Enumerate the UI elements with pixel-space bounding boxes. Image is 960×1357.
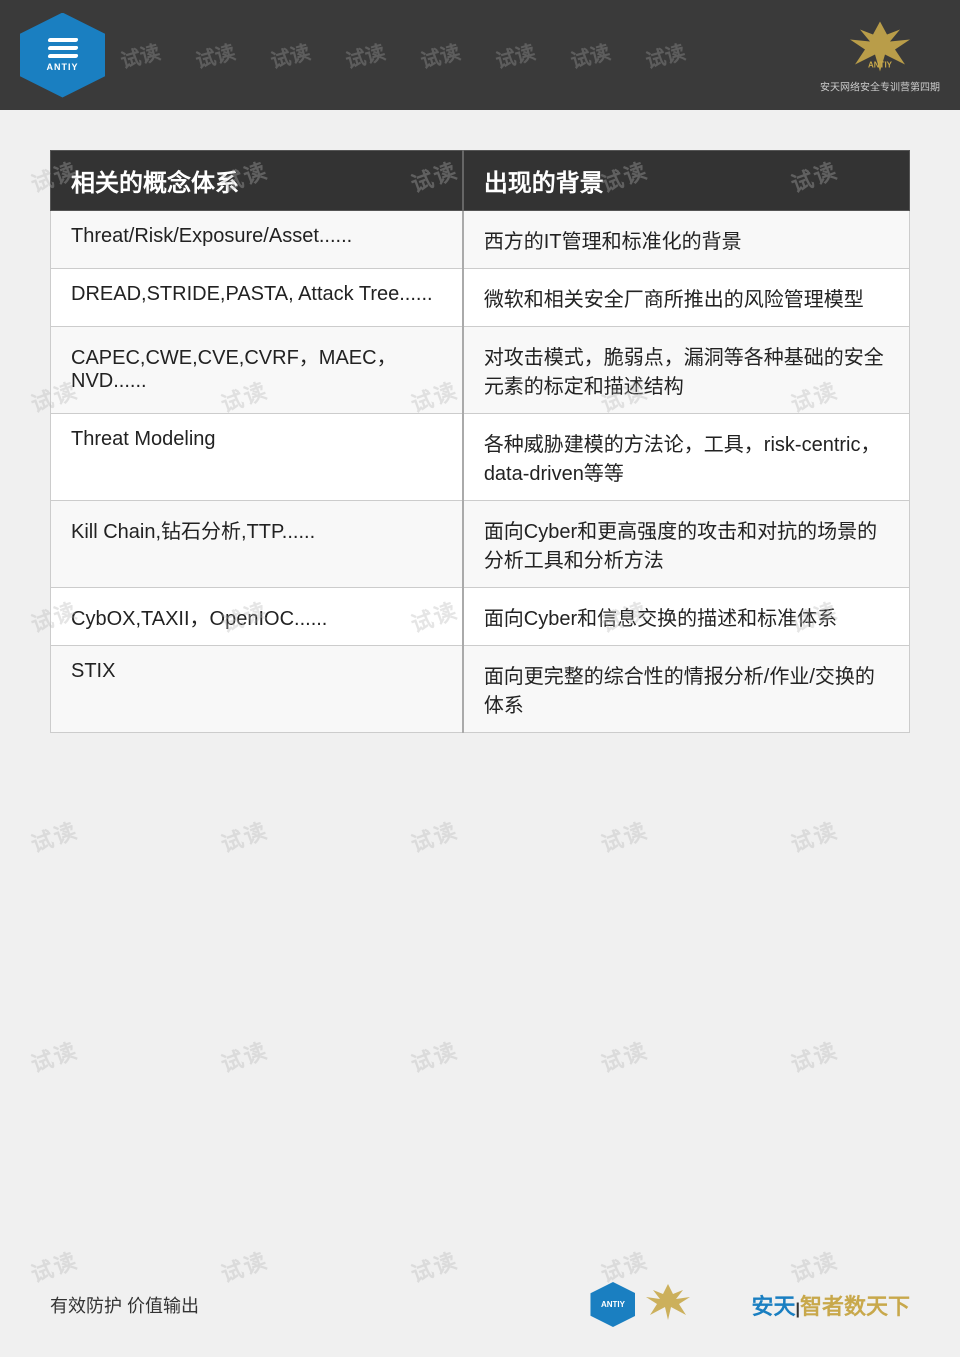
logo: ANTIY [20, 13, 105, 98]
footer-hex-text: ANTIY [601, 1300, 625, 1309]
table-cell-col1-0: Threat/Risk/Exposure/Asset...... [51, 211, 463, 269]
wm-23: 试读 [406, 1033, 462, 1079]
col2-header: 出现的背景 [463, 151, 910, 211]
wm-21: 试读 [26, 1033, 82, 1079]
header-wm-3: 试读 [267, 41, 313, 70]
wm-16: 试读 [26, 813, 82, 859]
logo-line-2 [47, 46, 78, 50]
table-cell-col2-4: 面向Cyber和更高强度的攻击和对抗的场景的分析工具和分析方法 [463, 501, 910, 588]
footer: 有效防护 价值输出 ANTIY 安天|智者数天下 [50, 1282, 910, 1327]
brand-logo: ANTIY [840, 17, 920, 77]
logo-line-1 [47, 38, 78, 42]
header-brand: ANTIY 安天网络安全专训营第四期 [820, 17, 940, 94]
table-cell-col1-6: STIX [51, 646, 463, 733]
table-cell-col2-0: 西方的IT管理和标准化的背景 [463, 211, 910, 269]
header-wm-1: 试读 [120, 41, 163, 70]
concept-table: 相关的概念体系 出现的背景 Threat/Risk/Exposure/Asset… [50, 150, 910, 733]
footer-logo-area: ANTIY 安天|智者数天下 [590, 1282, 910, 1327]
antiy-bird-icon: ANTIY [845, 19, 915, 74]
header-wm-4: 试读 [342, 41, 388, 70]
table-cell-col1-1: DREAD,STRIDE,PASTA, Attack Tree...... [51, 269, 463, 327]
table-cell-col2-6: 面向更完整的综合性的情报分析/作业/交换的体系 [463, 646, 910, 733]
table-row: CAPEC,CWE,CVE,CVRF，MAEC，NVD......对攻击模式，脆… [51, 327, 910, 414]
table-row: DREAD,STRIDE,PASTA, Attack Tree......微软和… [51, 269, 910, 327]
wm-18: 试读 [406, 813, 462, 859]
table-row: Threat Modeling各种威胁建模的方法论，工具，risk-centri… [51, 414, 910, 501]
header-wm-7: 试读 [567, 41, 613, 70]
header-wm-6: 试读 [492, 41, 538, 70]
table-row: STIX面向更完整的综合性的情报分析/作业/交换的体系 [51, 646, 910, 733]
wm-22: 试读 [216, 1033, 272, 1079]
table-cell-col2-1: 微软和相关安全厂商所推出的风险管理模型 [463, 269, 910, 327]
svg-text:ANTIY: ANTIY [868, 60, 893, 69]
header-wm-8: 试读 [642, 41, 688, 70]
table-cell-col2-2: 对攻击模式，脆弱点，漏洞等各种基础的安全元素的标定和描述结构 [463, 327, 910, 414]
table-cell-col1-4: Kill Chain,钻石分析,TTP...... [51, 501, 463, 588]
footer-hex-logo: ANTIY [590, 1282, 635, 1327]
table-cell-col1-2: CAPEC,CWE,CVE,CVRF，MAEC，NVD...... [51, 327, 463, 414]
header-wm-5: 试读 [417, 41, 463, 70]
header-wm-2: 试读 [192, 41, 238, 70]
table-row: CybOX,TAXII，OpenIOC......面向Cyber和信息交换的描述… [51, 588, 910, 646]
wm-20: 试读 [786, 813, 842, 859]
footer-brand-text: 安天|智者数天下 [751, 1289, 910, 1321]
wm-25: 试读 [786, 1033, 842, 1079]
footer-brand-container [643, 1282, 743, 1327]
logo-line-3 [47, 54, 78, 58]
main-content: 相关的概念体系 出现的背景 Threat/Risk/Exposure/Asset… [0, 110, 960, 763]
logo-text: ANTIY [47, 62, 79, 72]
table-row: Threat/Risk/Exposure/Asset......西方的IT管理和… [51, 211, 910, 269]
table-cell-col2-5: 面向Cyber和信息交换的描述和标准体系 [463, 588, 910, 646]
brand-sub-text: 安天网络安全专训营第四期 [820, 79, 940, 94]
footer-bird-icon [643, 1282, 743, 1322]
footer-slogan: 有效防护 价值输出 [50, 1292, 199, 1318]
table-cell-col2-3: 各种威胁建模的方法论，工具，risk-centric，data-driven等等 [463, 414, 910, 501]
header-watermark-area: 试读 试读 试读 试读 试读 试读 试读 试读 [120, 41, 840, 70]
col1-header: 相关的概念体系 [51, 151, 463, 211]
logo-lines [48, 38, 78, 58]
header: ANTIY 试读 试读 试读 试读 试读 试读 试读 试读 ANTIY 安天网络… [0, 0, 960, 110]
wm-17: 试读 [216, 813, 272, 859]
logo-inner: ANTIY [47, 38, 79, 72]
table-cell-col1-3: Threat Modeling [51, 414, 463, 501]
table-row: Kill Chain,钻石分析,TTP......面向Cyber和更高强度的攻击… [51, 501, 910, 588]
wm-24: 试读 [596, 1033, 652, 1079]
wm-19: 试读 [596, 813, 652, 859]
table-cell-col1-5: CybOX,TAXII，OpenIOC...... [51, 588, 463, 646]
